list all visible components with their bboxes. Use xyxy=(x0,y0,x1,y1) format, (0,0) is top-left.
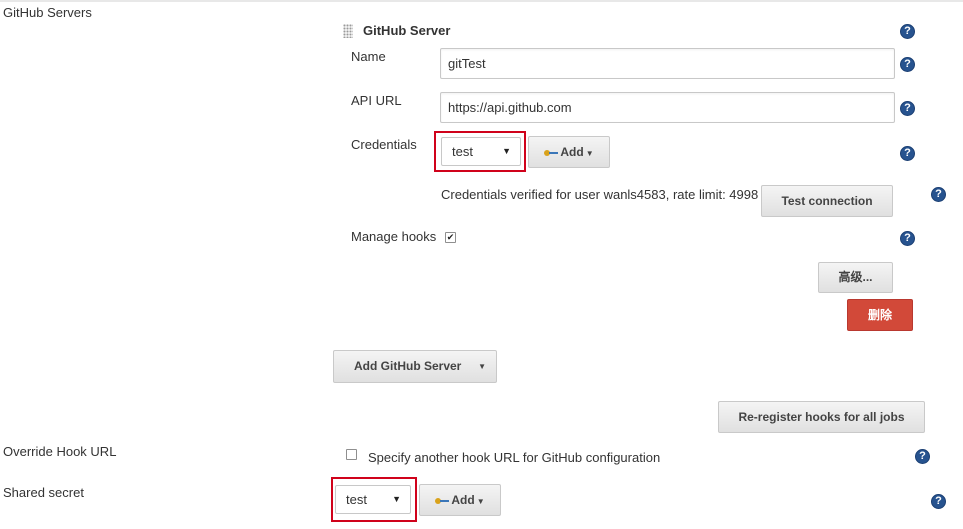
name-input[interactable] xyxy=(440,48,895,79)
api-url-input[interactable] xyxy=(440,92,895,123)
advanced-button[interactable]: 高级... xyxy=(818,262,893,293)
add-github-server-label: Add GitHub Server xyxy=(354,359,462,373)
api-url-label: API URL xyxy=(351,93,402,108)
key-icon xyxy=(435,497,450,505)
shared-secret-selected-value: test xyxy=(346,492,367,507)
chevron-down-icon: ▼ xyxy=(585,149,594,158)
help-icon[interactable]: ? xyxy=(900,57,915,72)
delete-button[interactable]: 删除 xyxy=(847,299,913,331)
help-icon[interactable]: ? xyxy=(915,449,930,464)
reregister-hooks-button[interactable]: Re-register hooks for all jobs xyxy=(718,401,925,433)
help-icon[interactable]: ? xyxy=(900,231,915,246)
top-divider xyxy=(0,0,963,2)
manage-hooks-checkbox[interactable]: ✔ xyxy=(445,232,456,243)
override-hook-url-label: Override Hook URL xyxy=(3,444,117,459)
dropdown-arrow-icon: ▼ xyxy=(392,494,401,504)
test-connection-button[interactable]: Test connection xyxy=(761,185,893,217)
override-hook-checkbox[interactable] xyxy=(346,449,357,460)
add-github-server-button[interactable]: Add GitHub Server ▼ xyxy=(333,350,497,383)
help-icon[interactable]: ? xyxy=(900,146,915,161)
help-icon[interactable]: ? xyxy=(931,187,946,202)
github-servers-label: GitHub Servers xyxy=(3,5,92,20)
help-icon[interactable]: ? xyxy=(900,24,915,39)
shared-secret-select[interactable]: test ▼ xyxy=(335,485,411,514)
chevron-down-icon: ▼ xyxy=(478,362,486,371)
override-hook-checkbox-label[interactable]: Specify another hook URL for GitHub conf… xyxy=(368,450,660,465)
key-icon xyxy=(544,149,559,157)
manage-hooks-label: Manage hooks xyxy=(351,229,437,244)
help-icon[interactable]: ? xyxy=(900,101,915,116)
github-server-title: GitHub Server xyxy=(363,23,451,38)
shared-secret-add-button[interactable]: Add ▼ xyxy=(419,484,501,516)
credentials-add-button[interactable]: Add ▼ xyxy=(528,136,610,168)
credentials-select[interactable]: test ▼ xyxy=(441,137,521,166)
shared-secret-add-label: Add xyxy=(451,493,475,507)
shared-secret-label: Shared secret xyxy=(3,485,84,500)
drag-handle-icon[interactable] xyxy=(343,24,353,38)
credentials-add-label: Add xyxy=(560,145,584,159)
help-icon[interactable]: ? xyxy=(931,494,946,509)
dropdown-arrow-icon: ▼ xyxy=(502,146,511,156)
credentials-selected-value: test xyxy=(452,144,473,159)
credentials-label: Credentials xyxy=(351,137,417,152)
chevron-down-icon: ▼ xyxy=(476,497,485,506)
name-label: Name xyxy=(351,49,386,64)
credentials-verify-message: Credentials verified for user wanls4583,… xyxy=(441,187,759,202)
